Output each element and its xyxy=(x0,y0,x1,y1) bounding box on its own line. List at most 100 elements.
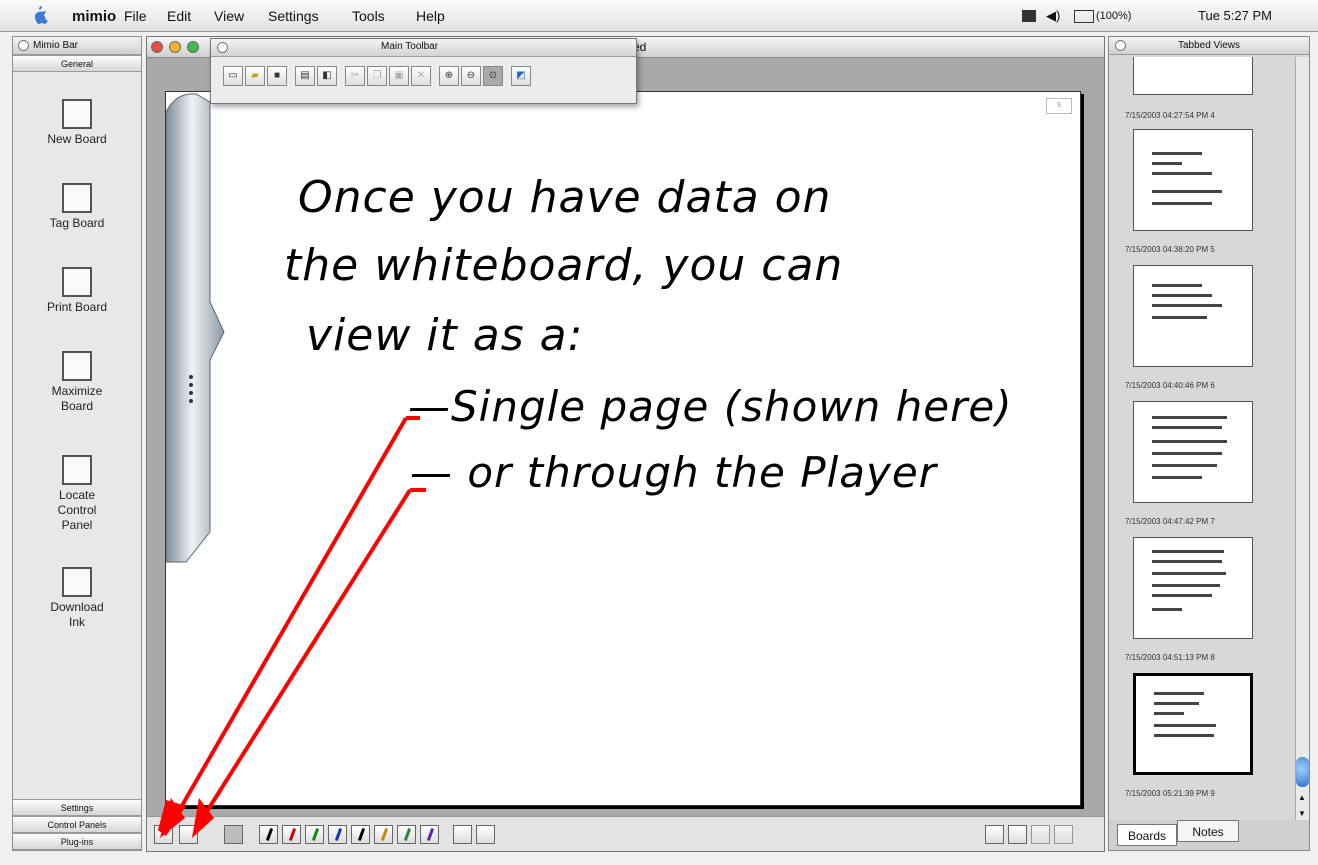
section-control-panels[interactable]: Control Panels xyxy=(13,816,141,833)
next-page-icon[interactable] xyxy=(1031,825,1050,844)
first-page-icon[interactable] xyxy=(985,825,1004,844)
new-board-label: New Board xyxy=(47,132,107,146)
zoom-fit-button[interactable]: ⊙ xyxy=(483,66,503,86)
save-button[interactable]: ■ xyxy=(267,66,287,86)
paste-button[interactable]: ▣ xyxy=(389,66,409,86)
minimize-icon[interactable] xyxy=(169,41,181,53)
zoom-icon[interactable] xyxy=(187,41,199,53)
tab-boards[interactable]: Boards xyxy=(1117,824,1177,846)
section-plug-ins[interactable]: Plug-ins xyxy=(13,833,141,850)
board-thumbnail-6[interactable] xyxy=(1133,401,1253,503)
page-number-badge: 9 xyxy=(1046,98,1072,114)
delete-button[interactable]: ✕ xyxy=(411,66,431,86)
menu-tools[interactable]: Tools xyxy=(352,8,385,24)
new-file-button[interactable]: ▭ xyxy=(223,66,243,86)
pen-black-button[interactable] xyxy=(259,825,278,844)
board-text-line-4: —Single page (shown here) xyxy=(408,382,1013,431)
thumbnail-timestamp: 7/15/2003 04:51:13 PM 8 xyxy=(1125,653,1215,662)
download-ink-button[interactable]: Download Ink xyxy=(13,567,141,630)
thumbnail-timestamp: 7/15/2003 04:47:42 PM 7 xyxy=(1125,517,1215,526)
whiteboard-canvas[interactable]: 9 Once you have data on the whiteboard, … xyxy=(165,91,1081,806)
board-thumbnail-5[interactable] xyxy=(1133,265,1253,367)
thumbnail-timestamp: 7/15/2003 05:21:39 PM 9 xyxy=(1125,789,1215,798)
mimio-bar-bottom-sections: Settings Control Panels Plug-ins xyxy=(13,799,141,850)
menubar-clock[interactable]: Tue 5:27 PM xyxy=(1198,8,1272,23)
mimio-capture-bar-graphic xyxy=(166,93,225,563)
main-toolbar-titlebar[interactable]: Main Toolbar xyxy=(211,39,636,57)
print-board-icon xyxy=(62,267,92,297)
tab-notes[interactable]: Notes xyxy=(1177,820,1239,842)
zoom-in-button[interactable]: ⊕ xyxy=(439,66,459,86)
battery-icon[interactable] xyxy=(1074,10,1094,23)
print-button[interactable]: ▤ xyxy=(295,66,315,86)
last-page-icon[interactable] xyxy=(1054,825,1073,844)
section-general[interactable]: General xyxy=(13,55,141,72)
pen-red-button[interactable] xyxy=(282,825,301,844)
new-board-button[interactable]: New Board xyxy=(13,99,141,147)
collapse-icon[interactable] xyxy=(1115,40,1126,51)
tabbed-views-title: Tabbed Views xyxy=(1177,40,1241,51)
display-icon[interactable] xyxy=(1022,10,1036,22)
board-thumbnail-4[interactable] xyxy=(1133,129,1253,231)
board-thumbnail-list[interactable]: 7/15/2003 04:27:54 PM 4 7/15/2003 04:38:… xyxy=(1113,57,1295,822)
locate-control-panel-icon xyxy=(62,455,92,485)
open-file-button[interactable]: ▰ xyxy=(245,66,265,86)
scroll-down-icon[interactable]: ▼ xyxy=(1298,809,1306,818)
collapse-icon[interactable] xyxy=(217,42,228,53)
select-tool-button[interactable] xyxy=(224,825,243,844)
menu-help[interactable]: Help xyxy=(416,8,445,24)
board-thumbnail-8-selected[interactable] xyxy=(1133,673,1253,775)
app-menu[interactable]: mimio xyxy=(72,8,116,25)
menu-view[interactable]: View xyxy=(214,8,244,24)
scroll-up-icon[interactable]: ▲ xyxy=(1298,793,1306,802)
main-toolbar-title: Main Toolbar xyxy=(381,41,439,52)
locate-control-panel-button[interactable]: Locate Control Panel xyxy=(13,455,141,533)
volume-icon[interactable]: ◀) xyxy=(1046,8,1060,24)
copy-button[interactable]: ❐ xyxy=(367,66,387,86)
tabbed-views-titlebar[interactable]: Tabbed Views xyxy=(1109,37,1309,55)
thumbnail-scrollbar[interactable]: ▲ ▼ xyxy=(1295,57,1309,822)
maximize-board-button[interactable]: Maximize Board xyxy=(13,351,141,414)
locate-control-panel-label: Locate Control Panel xyxy=(57,488,97,532)
tag-board-button[interactable]: Tag Board xyxy=(13,183,141,231)
pen-purple-button[interactable] xyxy=(420,825,439,844)
menu-settings[interactable]: Settings xyxy=(268,8,319,24)
main-toolbar-palette: Main Toolbar ▭ ▰ ■ ▤ ◧ ✂ ❐ ▣ ✕ ⊕ ⊖ ⊙ ◩ xyxy=(210,38,637,104)
tag-board-label: Tag Board xyxy=(49,216,105,230)
main-board-window: ed 9 Once you have data on the whiteboar… xyxy=(146,36,1105,852)
menu-file[interactable]: File xyxy=(124,8,147,24)
thumbnail-timestamp: 7/15/2003 04:40:46 PM 6 xyxy=(1125,381,1215,390)
pen-green-button[interactable] xyxy=(305,825,324,844)
clear-board-button[interactable] xyxy=(476,825,495,844)
download-ink-label: Download Ink xyxy=(50,600,104,629)
pen-blue-button[interactable] xyxy=(328,825,347,844)
zoom-out-button[interactable]: ⊖ xyxy=(461,66,481,86)
tag-board-icon xyxy=(62,183,92,213)
board-text-line-1: Once you have data on xyxy=(298,172,832,223)
player-view-button[interactable] xyxy=(179,825,198,844)
download-ink-icon xyxy=(62,567,92,597)
menu-edit[interactable]: Edit xyxy=(167,8,191,24)
mimio-bar-title: Mimio Bar xyxy=(33,40,79,51)
print-board-label: Print Board xyxy=(46,300,108,314)
pen-orange-button[interactable] xyxy=(374,825,393,844)
previous-page-icon[interactable] xyxy=(1008,825,1027,844)
tabbed-views-tabs: Boards Notes xyxy=(1109,820,1309,850)
tabbed-views-panel: Tabbed Views 7/15/2003 04:27:54 PM 4 7/1… xyxy=(1108,36,1310,851)
pen-thick-black-button[interactable] xyxy=(351,825,370,844)
close-icon[interactable] xyxy=(151,41,163,53)
print-preview-button[interactable]: ◧ xyxy=(317,66,337,86)
eraser-button[interactable] xyxy=(453,825,472,844)
collapse-icon[interactable] xyxy=(18,40,29,51)
present-button[interactable]: ◩ xyxy=(511,66,531,86)
print-board-button[interactable]: Print Board xyxy=(13,267,141,315)
cut-button[interactable]: ✂ xyxy=(345,66,365,86)
pen-dark-green-button[interactable] xyxy=(397,825,416,844)
scrollbar-knob[interactable] xyxy=(1296,757,1309,787)
single-page-view-button[interactable] xyxy=(154,825,173,844)
board-thumbnail-7[interactable] xyxy=(1133,537,1253,639)
board-thumbnail-3[interactable] xyxy=(1133,57,1253,95)
section-settings[interactable]: Settings xyxy=(13,799,141,816)
mimio-bar-titlebar[interactable]: Mimio Bar xyxy=(13,37,141,55)
apple-icon[interactable] xyxy=(30,5,50,25)
